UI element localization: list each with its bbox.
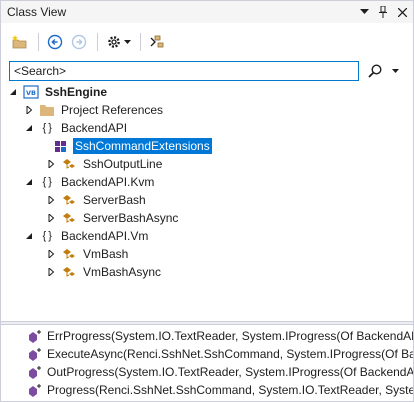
collapsed-icon[interactable] — [23, 104, 35, 116]
tree-item-label: Project References — [61, 103, 164, 117]
member-label: OutProgress(System.IO.TextReader, System… — [47, 364, 413, 379]
namespace-icon: { } — [42, 230, 52, 242]
collapsed-icon[interactable] — [45, 158, 57, 170]
search-input[interactable] — [9, 61, 359, 81]
sync-icon — [150, 35, 164, 48]
search-icon — [368, 64, 382, 78]
pane-splitter[interactable] — [1, 321, 413, 325]
tree-item-label: VmBash — [83, 247, 129, 261]
collapsed-icon[interactable] — [45, 248, 57, 260]
svg-text:VB: VB — [26, 89, 36, 97]
folder-icon — [39, 102, 55, 118]
toolbar — [1, 28, 413, 56]
collapsed-icon[interactable] — [45, 212, 57, 224]
expanded-icon[interactable] — [7, 86, 19, 98]
module-icon — [53, 138, 69, 154]
new-folder-button[interactable] — [9, 31, 31, 53]
namespace-icon: { } — [42, 176, 52, 188]
chevron-down-icon — [391, 69, 399, 73]
class-icon — [61, 156, 77, 172]
expanded-icon[interactable] — [23, 230, 35, 242]
settings-button[interactable] — [103, 31, 133, 53]
tree-item-serverbash[interactable]: ServerBash — [45, 191, 148, 209]
member-label: Progress(Renci.SshNet.SshCommand, System… — [47, 382, 413, 397]
window-title: Class View — [7, 5, 67, 19]
namespace-icon: { } — [42, 122, 52, 134]
tree-item-namespace-backendapi-vm[interactable]: { } BackendAPI.Vm — [23, 227, 150, 245]
member-label: ExecuteAsync(Renci.SshNet.SshCommand, Sy… — [47, 346, 413, 361]
close-button[interactable] — [394, 4, 410, 20]
pin-icon — [379, 6, 387, 18]
member-item[interactable]: OutProgress(System.IO.TextReader, System… — [1, 363, 413, 380]
toolbar-separator — [140, 33, 141, 51]
extension-method-icon — [27, 382, 43, 398]
tree-item-serverbashasync[interactable]: ServerBashAsync — [45, 209, 180, 227]
title-bar: Class View — [1, 1, 413, 23]
window-position-dropdown[interactable] — [356, 4, 372, 20]
extension-method-icon — [27, 346, 43, 362]
member-label: ErrProgress(System.IO.TextReader, System… — [47, 328, 413, 343]
search-row — [9, 60, 407, 82]
tree-item-label: SshOutputLine — [83, 157, 163, 171]
tree-item-sshcommandextensions[interactable]: SshCommandExtensions — [53, 137, 212, 155]
class-view-window: Class View <Search> VB SshEngine Project… — [0, 0, 414, 402]
search-options-dropdown[interactable] — [386, 61, 404, 81]
extension-method-icon — [27, 328, 43, 344]
new-folder-icon — [12, 35, 27, 49]
expanded-icon[interactable] — [23, 176, 35, 188]
tree-item-project[interactable]: VB SshEngine — [7, 83, 109, 101]
pin-button[interactable] — [375, 4, 391, 20]
toolbar-separator — [97, 33, 98, 51]
class-icon — [61, 246, 77, 262]
tree-item-vmbashasync[interactable]: VmBashAsync — [45, 263, 163, 281]
class-icon — [61, 192, 77, 208]
gear-icon — [107, 36, 120, 48]
tree-item-label: SshEngine — [45, 85, 108, 99]
collapsed-icon[interactable] — [45, 266, 57, 278]
tree-item-namespace-backendapi-kvm[interactable]: { } BackendAPI.Kvm — [23, 173, 156, 191]
tree-item-sshoutputline[interactable]: SshOutputLine — [45, 155, 164, 173]
member-item[interactable]: ExecuteAsync(Renci.SshNet.SshCommand, Sy… — [1, 345, 413, 362]
tree-item-vmbash[interactable]: VmBash — [45, 245, 130, 263]
class-icon — [61, 210, 77, 226]
tree-item-label: BackendAPI.Kvm — [61, 175, 155, 189]
expanded-icon[interactable] — [23, 122, 35, 134]
tree-item-label: SshCommandExtensions — [73, 138, 212, 154]
back-arrow-icon — [47, 34, 63, 50]
tree-item-label: BackendAPI.Vm — [61, 229, 149, 243]
chevron-down-icon — [359, 9, 369, 14]
tree-item-label: VmBashAsync — [83, 265, 162, 279]
forward-button[interactable] — [68, 31, 90, 53]
extension-method-icon — [27, 364, 43, 380]
tree-item-label: ServerBashAsync — [83, 211, 179, 225]
member-item[interactable]: Progress(Renci.SshNet.SshCommand, System… — [1, 381, 413, 398]
tree-item-label: BackendAPI — [61, 121, 128, 135]
class-icon — [61, 264, 77, 280]
collapsed-icon[interactable] — [45, 194, 57, 206]
search-button[interactable] — [364, 61, 386, 81]
tree-item-namespace-backendapi[interactable]: { } BackendAPI — [23, 119, 129, 137]
chevron-down-icon — [123, 40, 131, 44]
tree-item-label: ServerBash — [83, 193, 146, 207]
close-icon — [397, 7, 407, 17]
class-tree: VB SshEngine Project References { } Back… — [1, 83, 413, 321]
sync-with-active-document-button[interactable] — [146, 31, 168, 53]
members-list: ErrProgress(System.IO.TextReader, System… — [1, 326, 413, 402]
tree-item-project-references[interactable]: Project References — [23, 101, 165, 119]
toolbar-separator — [38, 33, 39, 51]
forward-arrow-icon — [71, 34, 87, 50]
vb-project-icon: VB — [23, 84, 39, 100]
member-item[interactable]: ErrProgress(System.IO.TextReader, System… — [1, 327, 413, 344]
back-button[interactable] — [44, 31, 66, 53]
